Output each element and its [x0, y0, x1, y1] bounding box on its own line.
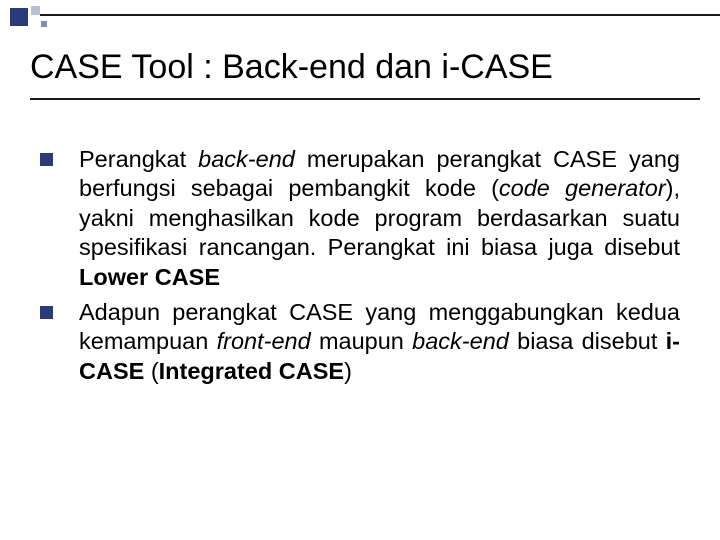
square-icon [41, 21, 47, 27]
list-item: Perangkat back-end merupakan perangkat C… [40, 145, 680, 292]
corner-decoration [10, 8, 47, 26]
title-underline [30, 98, 700, 100]
bullet-icon [40, 306, 53, 319]
slide-body: Perangkat back-end merupakan perangkat C… [40, 145, 680, 392]
slide-title: CASE Tool : Back-end dan i-CASE [30, 48, 690, 87]
top-divider [40, 14, 720, 16]
bullet-text: Adapun perangkat CASE yang menggabungkan… [79, 298, 680, 386]
bullet-icon [40, 153, 53, 166]
square-icon [31, 6, 40, 15]
bullet-text: Perangkat back-end merupakan perangkat C… [79, 145, 680, 292]
list-item: Adapun perangkat CASE yang menggabungkan… [40, 298, 680, 386]
square-icon [10, 8, 28, 26]
